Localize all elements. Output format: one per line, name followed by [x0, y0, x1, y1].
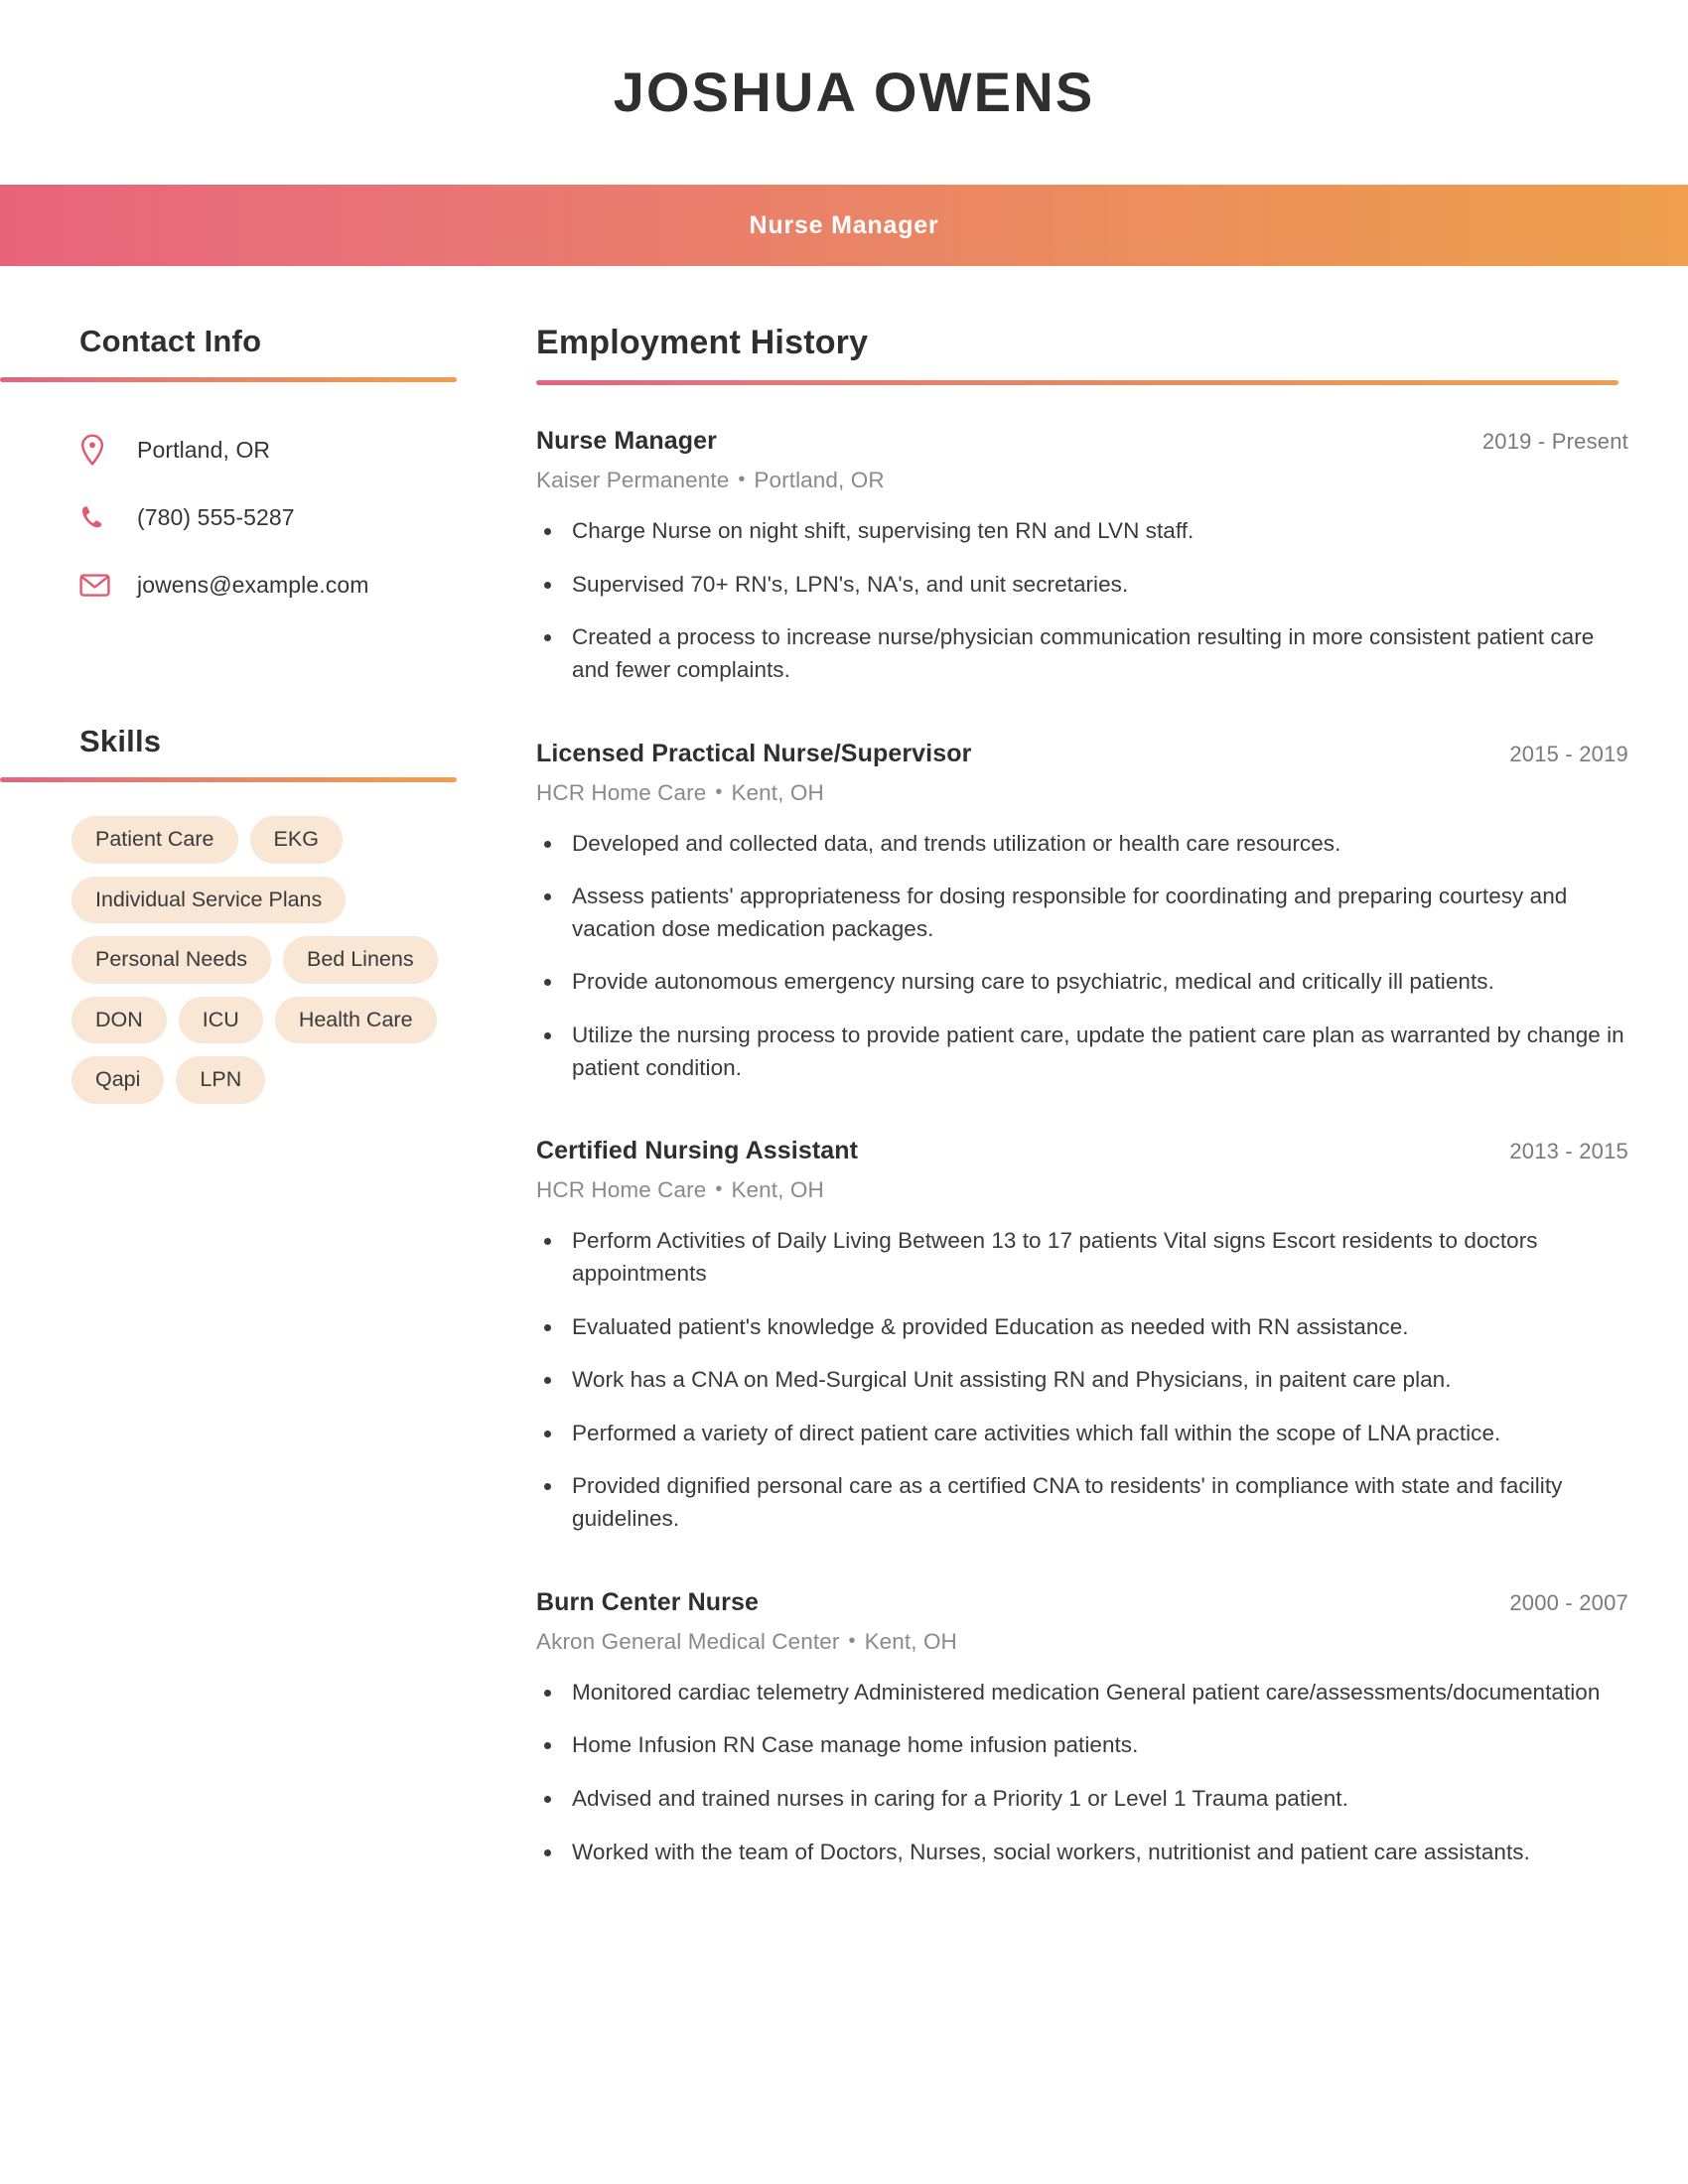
- skills-heading: Skills: [79, 724, 162, 758]
- job-header: Certified Nursing Assistant 2013 - 2015: [536, 1137, 1628, 1165]
- job-bullet: Created a process to increase nurse/phys…: [536, 621, 1628, 686]
- separator-dot: •: [715, 1178, 723, 1201]
- main-column: Employment History Nurse Manager 2019 - …: [536, 324, 1688, 1889]
- job-title-banner: Nurse Manager: [0, 185, 1688, 266]
- employment-history-divider: [536, 380, 1618, 385]
- skills-chip-list: Patient Care EKG Individual Service Plan…: [0, 816, 498, 1104]
- contact-info-heading: Contact Info: [79, 324, 262, 358]
- sidebar: Contact Info Portland, OR (780) 555-5287…: [0, 324, 536, 1104]
- job-company-location: Akron General Medical Center • Kent, OH: [536, 1629, 1628, 1655]
- skill-chip: Health Care: [274, 996, 437, 1044]
- job-company: Akron General Medical Center: [536, 1628, 840, 1654]
- resume-header: JOSHUA OWENS: [0, 0, 1688, 185]
- job-title: Burn Center Nurse: [536, 1587, 759, 1616]
- job-spacer: [536, 1105, 1628, 1137]
- job-bullet: Worked with the team of Doctors, Nurses,…: [536, 1837, 1628, 1869]
- skill-chip: ICU: [178, 996, 263, 1044]
- envelope-icon: [79, 573, 123, 598]
- job-location: Portland, OR: [754, 468, 885, 492]
- phone-icon: [79, 503, 123, 531]
- job-location: Kent, OH: [864, 1628, 957, 1654]
- job-company-location: Kaiser Permanente • Portland, OR: [536, 468, 1628, 493]
- skill-chip: DON: [71, 996, 167, 1044]
- job-header: Burn Center Nurse 2000 - 2007: [536, 1588, 1628, 1617]
- separator-dot: •: [715, 780, 723, 803]
- job-company: HCR Home Care: [536, 1177, 707, 1203]
- job-dates: 2019 - Present: [1481, 429, 1628, 454]
- job-spacer: [536, 708, 1628, 740]
- job-dates: 2013 - 2015: [1509, 1139, 1628, 1164]
- job-title: Certified Nursing Assistant: [536, 1137, 859, 1165]
- job-bullet: Charge Nurse on night shift, supervising…: [536, 515, 1628, 548]
- employment-history-list: Nurse Manager 2019 - Present Kaiser Perm…: [536, 427, 1628, 1868]
- contact-item-phone: (780) 555-5287: [79, 483, 536, 551]
- job-bullet: Provide autonomous emergency nursing car…: [536, 966, 1628, 999]
- contact-info-divider: [0, 377, 457, 382]
- job-bullet: Monitored cardiac telemetry Administered…: [536, 1677, 1628, 1709]
- job-bullet-list: Charge Nurse on night shift, supervising…: [536, 515, 1628, 687]
- job-bullet: Performed a variety of direct patient ca…: [536, 1418, 1628, 1450]
- job-entry: Certified Nursing Assistant 2013 - 2015 …: [536, 1137, 1628, 1535]
- skill-chip: Qapi: [71, 1056, 165, 1104]
- job-company-location: HCR Home Care • Kent, OH: [536, 1177, 1628, 1203]
- job-company-location: HCR Home Care • Kent, OH: [536, 780, 1628, 806]
- job-bullet: Developed and collected data, and trends…: [536, 828, 1628, 861]
- job-company: HCR Home Care: [536, 779, 707, 805]
- job-bullet: Evaluated patient's knowledge & provided…: [536, 1311, 1628, 1344]
- job-entry: Burn Center Nurse 2000 - 2007 Akron Gene…: [536, 1588, 1628, 1869]
- skill-chip: Personal Needs: [71, 936, 271, 984]
- location-pin-icon: [79, 434, 123, 466]
- resume-body: Contact Info Portland, OR (780) 555-5287…: [0, 266, 1688, 1889]
- skill-chip: LPN: [176, 1056, 266, 1104]
- resume-page: JOSHUA OWENS Nurse Manager Contact Info: [0, 0, 1688, 2184]
- contact-item-email: jowens@example.com: [79, 551, 536, 618]
- job-dates: 2015 - 2019: [1509, 741, 1628, 766]
- candidate-name: JOSHUA OWENS: [613, 61, 1095, 123]
- job-bullet: Utilize the nursing process to provide p…: [536, 1020, 1628, 1084]
- candidate-job-title: Nurse Manager: [749, 210, 939, 239]
- job-dates: 2000 - 2007: [1509, 1589, 1628, 1615]
- skill-chip: Patient Care: [71, 816, 238, 864]
- job-header: Licensed Practical Nurse/Supervisor 2015…: [536, 740, 1628, 768]
- job-bullet: Home Infusion RN Case manage home infusi…: [536, 1729, 1628, 1762]
- contact-list: Portland, OR (780) 555-5287 jowens@examp…: [0, 416, 536, 618]
- job-entry: Nurse Manager 2019 - Present Kaiser Perm…: [536, 427, 1628, 687]
- job-bullet: Work has a CNA on Med-Surgical Unit assi…: [536, 1364, 1628, 1397]
- job-bullet-list: Developed and collected data, and trends…: [536, 828, 1628, 1085]
- job-bullet: Assess patients' appropriateness for dos…: [536, 881, 1628, 945]
- contact-email-value: jowens@example.com: [137, 571, 369, 598]
- job-bullet-list: Perform Activities of Daily Living Betwe…: [536, 1225, 1628, 1535]
- separator-dot: •: [738, 469, 746, 490]
- job-title: Licensed Practical Nurse/Supervisor: [536, 739, 972, 767]
- job-bullet: Provided dignified personal care as a ce…: [536, 1470, 1628, 1535]
- job-title: Nurse Manager: [536, 427, 717, 455]
- job-bullet: Supervised 70+ RN's, LPN's, NA's, and un…: [536, 569, 1628, 602]
- job-bullet: Advised and trained nurses in caring for…: [536, 1783, 1628, 1816]
- contact-info-section: Contact Info Portland, OR (780) 555-5287…: [0, 324, 536, 618]
- job-bullet: Perform Activities of Daily Living Betwe…: [536, 1225, 1628, 1290]
- contact-phone-value: (780) 555-5287: [137, 503, 295, 530]
- skill-chip: EKG: [249, 816, 343, 864]
- job-location: Kent, OH: [731, 1177, 824, 1203]
- skill-chip: Individual Service Plans: [71, 876, 347, 924]
- skills-divider: [0, 777, 457, 782]
- contact-location-value: Portland, OR: [137, 436, 271, 463]
- job-header: Nurse Manager 2019 - Present: [536, 427, 1628, 456]
- job-company: Kaiser Permanente: [536, 468, 730, 492]
- job-location: Kent, OH: [731, 779, 824, 805]
- separator-dot: •: [848, 1629, 856, 1652]
- skill-chip: Bed Linens: [282, 936, 438, 984]
- skills-section: Skills Patient Care EKG Individual Servi…: [0, 724, 536, 1104]
- job-spacer: [536, 1557, 1628, 1588]
- job-bullet-list: Monitored cardiac telemetry Administered…: [536, 1677, 1628, 1869]
- contact-item-location: Portland, OR: [79, 416, 536, 483]
- employment-history-heading: Employment History: [536, 324, 869, 361]
- job-entry: Licensed Practical Nurse/Supervisor 2015…: [536, 740, 1628, 1085]
